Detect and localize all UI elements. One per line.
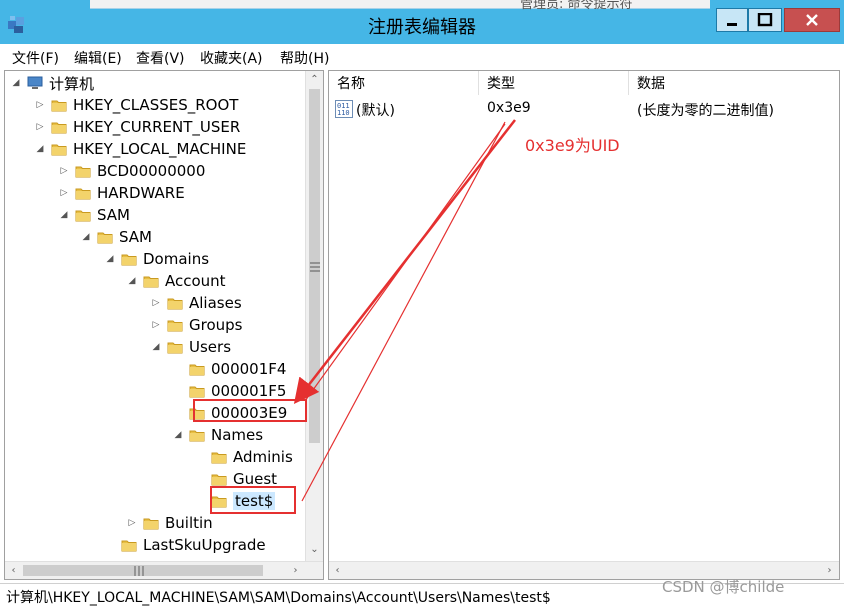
arrow-to-rid-key [293,119,516,404]
watermark: CSDN @博childe [662,578,785,596]
arrow-line-from-test [301,121,506,502]
status-path: 计算机\HKEY_LOCAL_MACHINE\SAM\SAM\Domains\A… [6,590,551,606]
arrow-line-from-rid [304,123,506,402]
annotation-arrows [293,119,516,502]
uid-annotation: 0x3e9为UID [525,136,620,155]
